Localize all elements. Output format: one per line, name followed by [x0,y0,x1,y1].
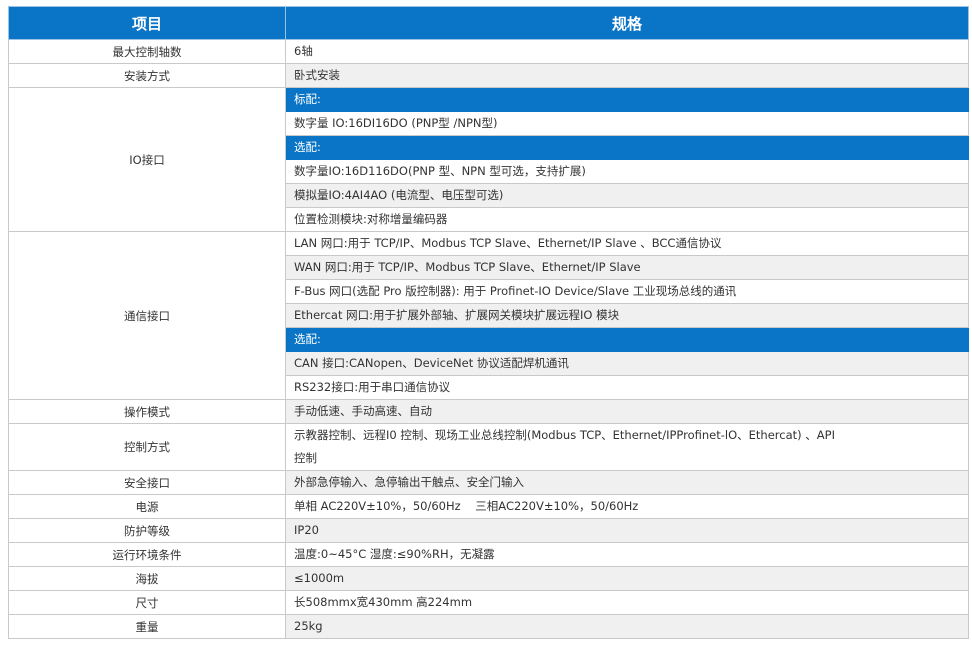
table-header-row: 项目 规格 [8,6,969,40]
io-optional-digital: 数字量IO:16D116DO(PNP 型、NPN 型可选，支持扩展) [285,159,969,184]
io-standard-digital: 数字量 IO:16DI16DO (PNP型 /NPN型) [285,111,969,136]
control-line-2: 控制 [294,451,317,465]
row-value-environment: 温度:0~45°C 湿度:≤90%RH，无凝露 [285,542,969,567]
io-optional-analog: 模拟量IO:4AI4AO (电流型、电压型可选) [285,183,969,208]
comm-wan: WAN 网口:用于 TCP/IP、Modbus TCP Slave、Ethern… [285,255,969,280]
row-value-size: 长508mmx宽430mm 高224mm [285,590,969,615]
io-standard-title: 标配: [285,87,969,112]
row-label-mode: 操作模式 [8,399,286,424]
table-row: 安装方式 卧式安装 [8,63,969,88]
header-item: 项目 [8,6,286,40]
table-row: 最大控制轴数 6轴 [8,39,969,64]
table-row: 操作模式 手动低速、手动高速、自动 [8,399,969,424]
table-row: 尺寸 长508mmx宽430mm 高224mm [8,590,969,615]
row-label-safety: 安全接口 [8,470,286,495]
table-row: 通信接口 LAN 网口:用于 TCP/IP、Modbus TCP Slave、E… [8,231,969,400]
comm-ethercat: Ethercat 网口:用于扩展外部轴、扩展网关模块扩展远程IO 模块 [285,303,969,328]
row-value-safety: 外部急停输入、急停输出干触点、安全门输入 [285,470,969,495]
control-line-1: 示教器控制、远程I0 控制、现场工业总线控制(Modbus TCP、Ethern… [294,428,835,442]
comm-can: CAN 接口:CANopen、DeviceNet 协议适配焊机通讯 [285,351,969,376]
row-value-protection: IP20 [285,518,969,543]
row-label-io: IO接口 [8,87,286,232]
comm-optional-title: 选配: [285,327,969,352]
table-row: IO接口 标配: [8,87,969,232]
row-label-axes: 最大控制轴数 [8,39,286,64]
comm-lan: LAN 网口:用于 TCP/IP、Modbus TCP Slave、Ethern… [285,231,969,256]
row-label-control: 控制方式 [8,423,286,471]
comm-rs232: RS232接口:用于串口通信协议 [285,375,969,400]
table-row: 电源 单相 AC220V±10%，50/60Hz 三相AC220V±10%，50… [8,494,969,519]
row-value-axes: 6轴 [285,39,969,64]
row-value-control: 示教器控制、远程I0 控制、现场工业总线控制(Modbus TCP、Ethern… [285,423,969,471]
table-row: 控制方式 示教器控制、远程I0 控制、现场工业总线控制(Modbus TCP、E… [8,423,969,471]
row-label-environment: 运行环境条件 [8,542,286,567]
row-value-weight: 25kg [285,614,969,639]
row-label-install: 安装方式 [8,63,286,88]
table-row: 运行环境条件 温度:0~45°C 湿度:≤90%RH，无凝露 [8,542,969,567]
row-label-protection: 防护等级 [8,518,286,543]
io-optional-title: 选配: [285,135,969,160]
row-label-weight: 重量 [8,614,286,639]
table-row: 安全接口 外部急停输入、急停输出干触点、安全门输入 [8,470,969,495]
row-value-altitude: ≤1000m [285,566,969,591]
row-label-altitude: 海拔 [8,566,286,591]
spec-table: 项目 规格 最大控制轴数 6轴 安装方式 卧式安装 IO接口 标配: 数字量 I… [8,6,969,639]
row-value-install: 卧式安装 [285,63,969,88]
row-label-power: 电源 [8,494,286,519]
row-value-mode: 手动低速、手动高速、自动 [285,399,969,424]
row-value-power: 单相 AC220V±10%，50/60Hz 三相AC220V±10%，50/60… [285,494,969,519]
row-label-comm: 通信接口 [8,231,286,400]
table-row: 海拔 ≤1000m [8,566,969,591]
comm-fbus: F-Bus 网口(选配 Pro 版控制器): 用于 Profinet-IO De… [285,279,969,304]
table-row: 重量 25kg [8,614,969,639]
io-optional-position: 位置检测模块:对称增量编码器 [285,207,969,232]
header-spec: 规格 [285,6,969,40]
table-row: 防护等级 IP20 [8,518,969,543]
row-label-size: 尺寸 [8,590,286,615]
